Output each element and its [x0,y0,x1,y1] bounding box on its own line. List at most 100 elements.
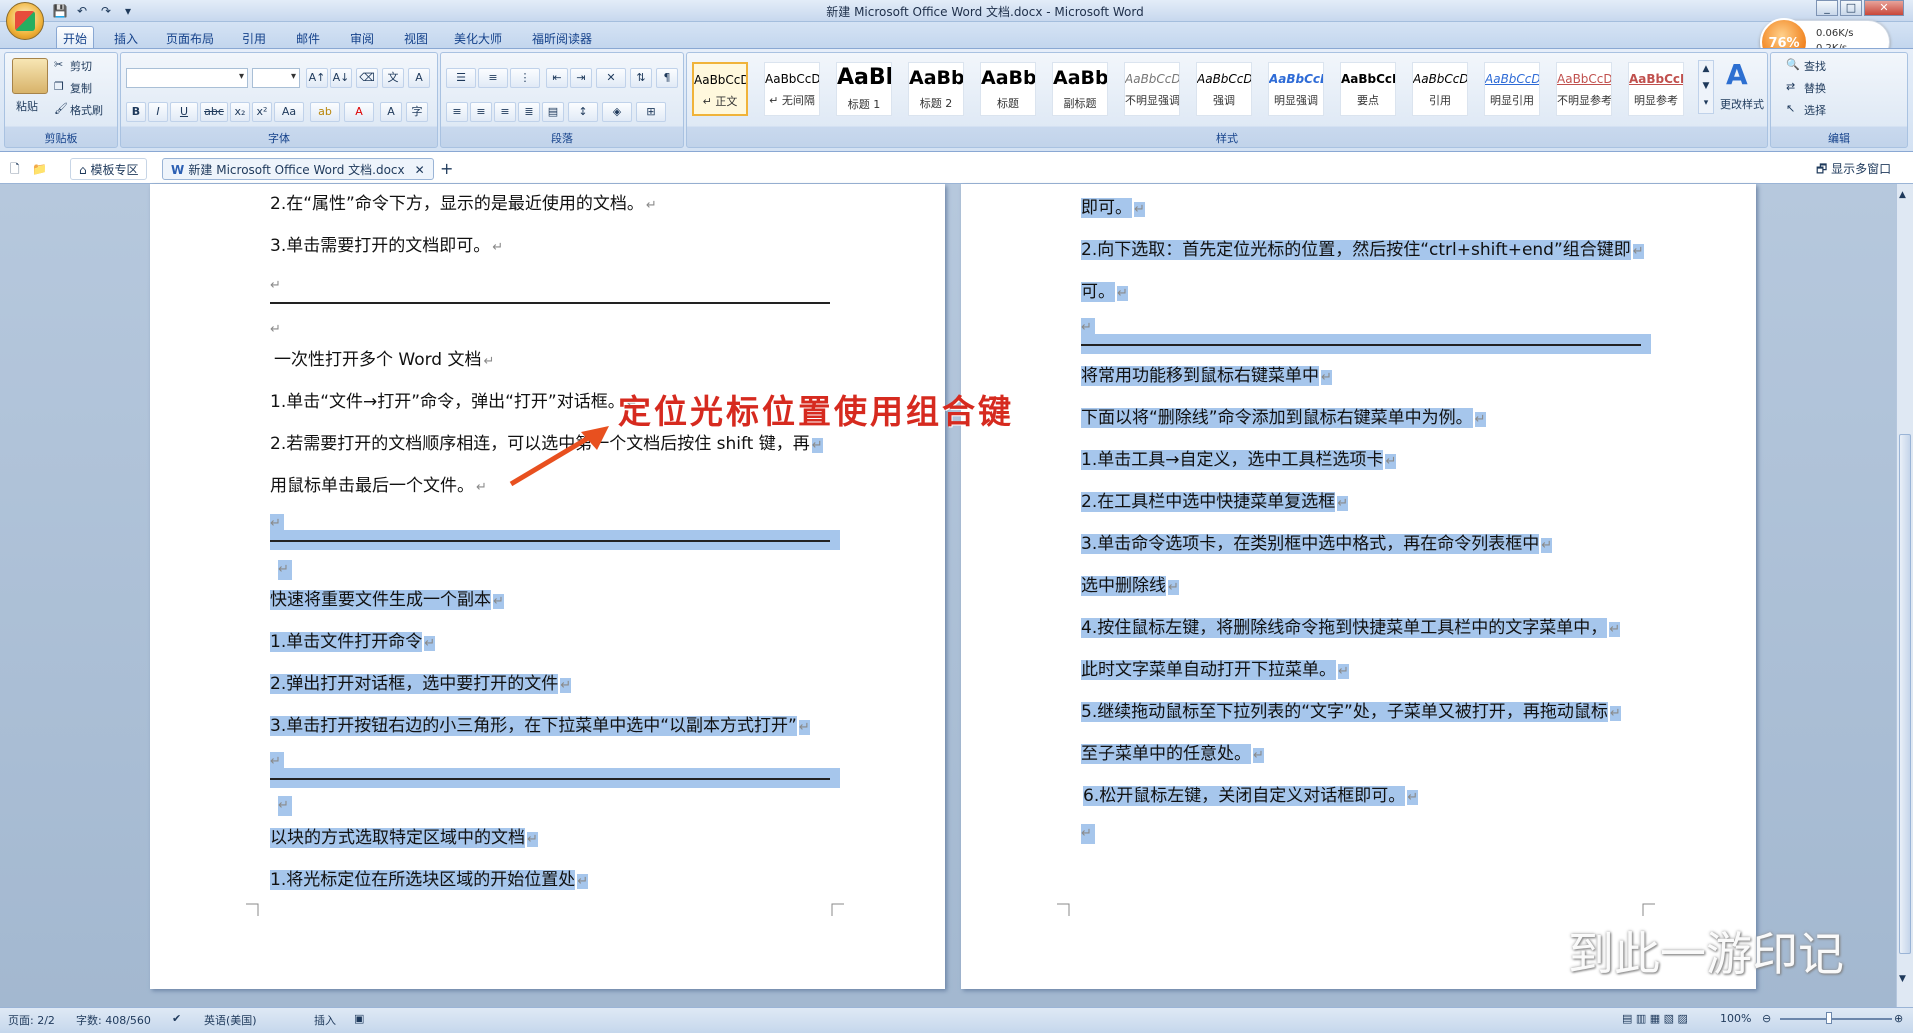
page-right[interactable]: 即可。 ↵ 2.向下选取：首先定位光标的位置，然后按住“ctrl+shift+end… [961,184,1756,989]
style-item[interactable]: AaBbCcDd ↵ 正文 [692,62,748,116]
style-item[interactable]: AaBbCcDd ↵ 无间隔 [764,62,820,116]
style-item[interactable]: AaBb 标题 1 [836,62,892,116]
document-line[interactable]: 将常用功能移到鼠标右键菜单中 ↵ [1081,358,1332,394]
document-line[interactable]: 可。 ↵ [1081,274,1128,310]
add-tab-icon[interactable]: + [440,158,453,180]
tab-foxit-reader[interactable]: 福昕阅读器 [526,29,598,48]
sort-icon[interactable]: ⇅ [630,68,652,88]
italic-icon[interactable]: I [148,102,168,122]
increase-indent-icon[interactable]: ⇥ [570,68,592,88]
zoom-slider[interactable] [1780,1018,1892,1020]
chinese-layout-icon[interactable]: ✕ [596,68,626,88]
paste-button[interactable]: 粘贴 [16,98,38,114]
borders-icon[interactable]: ⊞ [636,102,666,122]
gallery-scroll[interactable]: ▲ ▼ ▾ [1698,60,1714,114]
page-left[interactable]: 2.在“属性”命令下方，显示的是最近使用的文档。 ↵ 3.单击需要打开的文档即可。 ↵… [150,184,945,989]
align-right-icon[interactable]: ≡ [494,102,516,122]
new-doc-icon[interactable]: 🗋 [10,158,20,180]
zoom-out-icon[interactable]: ⊖ [1762,1012,1771,1025]
document-line[interactable]: 2.向下选取：首先定位光标的位置，然后按住“ctrl+shift+end”组合键… [1081,232,1644,268]
tab-page-layout[interactable]: 页面布局 [160,29,220,48]
font-color-icon[interactable]: A [344,102,374,122]
status-insert-mode[interactable]: 插入 [314,1012,336,1028]
scissors-icon[interactable]: ✂ [54,58,63,71]
document-line[interactable]: 1.单击文件打开命令 ↵ [270,624,436,660]
distribute-icon[interactable]: ▤ [542,102,564,122]
document-line[interactable]: 3.单击打开按钮右边的小三角形，在下拉菜单中选中“以副本方式打开” ↵ [270,708,810,744]
style-item[interactable]: AaBbCcDd 要点 [1340,62,1396,116]
document-line[interactable]: 选中删除线 ↵ [1081,568,1179,604]
char-border-icon[interactable]: A [408,68,430,88]
document-line[interactable]: 3.单击需要打开的文档即可。 ↵ [270,228,503,264]
maximize-button[interactable]: □ [1840,0,1862,16]
phonetic-icon[interactable]: 文 [382,68,404,88]
document-line[interactable]: 此时文字菜单自动打开下拉菜单。 ↵ [1081,652,1349,688]
status-language[interactable]: 英语(美国) [204,1012,257,1028]
document-line[interactable]: 5.继续拖动鼠标至下拉列表的“文字”处，子菜单又被打开，再拖动鼠标 ↵ [1081,694,1621,730]
document-line[interactable]: 4.按住鼠标左键，将删除线命令拖到快捷菜单工具栏中的文字菜单中， ↵ [1081,610,1621,646]
tab-home[interactable]: 开始 [56,26,95,48]
select-icon[interactable]: ↖ [1786,102,1795,115]
style-item[interactable]: AaBbCcDd 不明显强调 [1124,62,1180,116]
tab-references[interactable]: 引用 [236,29,272,48]
style-item[interactable]: AaBbCcDd 明显参考 [1628,62,1684,116]
select-button[interactable]: 选择 [1804,102,1826,118]
style-item[interactable]: AaBbC 标题 [980,62,1036,116]
close-button[interactable]: ✕ [1864,0,1904,16]
document-line[interactable]: 下面以将“删除线”命令添加到鼠标右键菜单中为例。 ↵ [1081,400,1486,436]
tab-mailings[interactable]: 邮件 [290,29,326,48]
shading-icon[interactable]: ◈ [602,102,632,122]
find-button[interactable]: 查找 [1804,58,1826,74]
tab-view[interactable]: 视图 [398,29,434,48]
line-spacing-icon[interactable]: ↕ [568,102,598,122]
bullets-icon[interactable]: ☰ [446,68,476,88]
document-line[interactable]: 快速将重要文件生成一个副本 ↵ [270,582,504,618]
minimize-button[interactable]: _ [1816,0,1838,16]
document-line[interactable]: 以块的方式选取特定区域中的文档 ↵ [270,820,538,856]
style-item[interactable]: AaBbCcDd 明显引用 [1484,62,1540,116]
status-zoom[interactable]: 100% [1720,1012,1751,1025]
view-buttons[interactable]: ▤ ▥ ▦ ▧ ▨ [1622,1012,1688,1025]
status-page[interactable]: 页面: 2/2 [8,1012,55,1028]
decrease-indent-icon[interactable]: ⇤ [546,68,568,88]
change-styles-icon[interactable]: A [1726,58,1748,91]
grow-font-icon[interactable]: A↑ [306,68,328,88]
tab-template-zone[interactable]: ⌂ 模板专区 [70,158,148,180]
document-line[interactable]: 至子菜单中的任意处。 ↵ [1081,736,1264,772]
style-item[interactable]: AaBbCcDd 不明显参考 [1556,62,1612,116]
style-item[interactable]: AaBbC 副标题 [1052,62,1108,116]
strikethrough-icon[interactable]: abc [200,102,228,122]
macro-record-icon[interactable]: ▣ [354,1012,364,1025]
chevron-down-icon[interactable]: ▾ [120,3,136,19]
change-case-icon[interactable]: Aa [274,102,304,122]
paste-icon[interactable] [12,58,48,94]
highlight-icon[interactable]: ab [310,102,340,122]
document-line[interactable]: 1.单击“文件→打开”命令，弹出“打开”对话框。 ↵ [270,384,638,420]
document-line[interactable]: 1.单击工具→自定义，选中工具栏选项卡 ↵ [1081,442,1397,478]
document-line[interactable]: 2.弹出打开对话框，选中要打开的文件 ↵ [270,666,572,702]
scroll-up-icon[interactable]: ▲ [1899,190,1906,200]
document-line[interactable]: 2.在“属性”命令下方，显示的是最近使用的文档。 ↵ [270,186,657,222]
bold-icon[interactable]: B [126,102,146,122]
document-line[interactable]: 用鼠标单击最后一个文件。 ↵ [270,468,487,504]
replace-icon[interactable]: ⇄ [1786,80,1795,93]
tab-beautify[interactable]: 美化大师 [448,29,508,48]
multi-window-button[interactable]: 🗗 显示多窗口 [1816,158,1891,180]
align-center-icon[interactable]: ≡ [470,102,492,122]
office-button[interactable] [6,2,44,40]
style-item[interactable]: AaBbC 标题 2 [908,62,964,116]
document-line[interactable]: 3.单击命令选项卡，在类别框中选中格式，再在命令列表框中 ↵ [1081,526,1553,562]
document-line[interactable]: 6.松开鼠标左键，关闭自定义对话框即可。 ↵ [1083,778,1419,814]
status-word-count[interactable]: 字数: 408/560 [76,1012,151,1028]
enclose-char-icon[interactable]: 字 [406,102,428,122]
save-icon[interactable]: 💾 [52,3,68,19]
document-line[interactable]: 1.将光标定位在所选块区域的开始位置处 ↵ [270,862,589,898]
superscript-icon[interactable]: x² [252,102,272,122]
change-styles-button[interactable]: 更改样式 [1720,96,1764,112]
tab-review[interactable]: 审阅 [344,29,380,48]
copy-icon[interactable]: ❐ [54,80,64,93]
style-item[interactable]: AaBbCcDd 引用 [1412,62,1468,116]
align-left-icon[interactable]: ≡ [446,102,468,122]
replace-button[interactable]: 替换 [1804,80,1826,96]
underline-icon[interactable]: U [170,102,198,122]
